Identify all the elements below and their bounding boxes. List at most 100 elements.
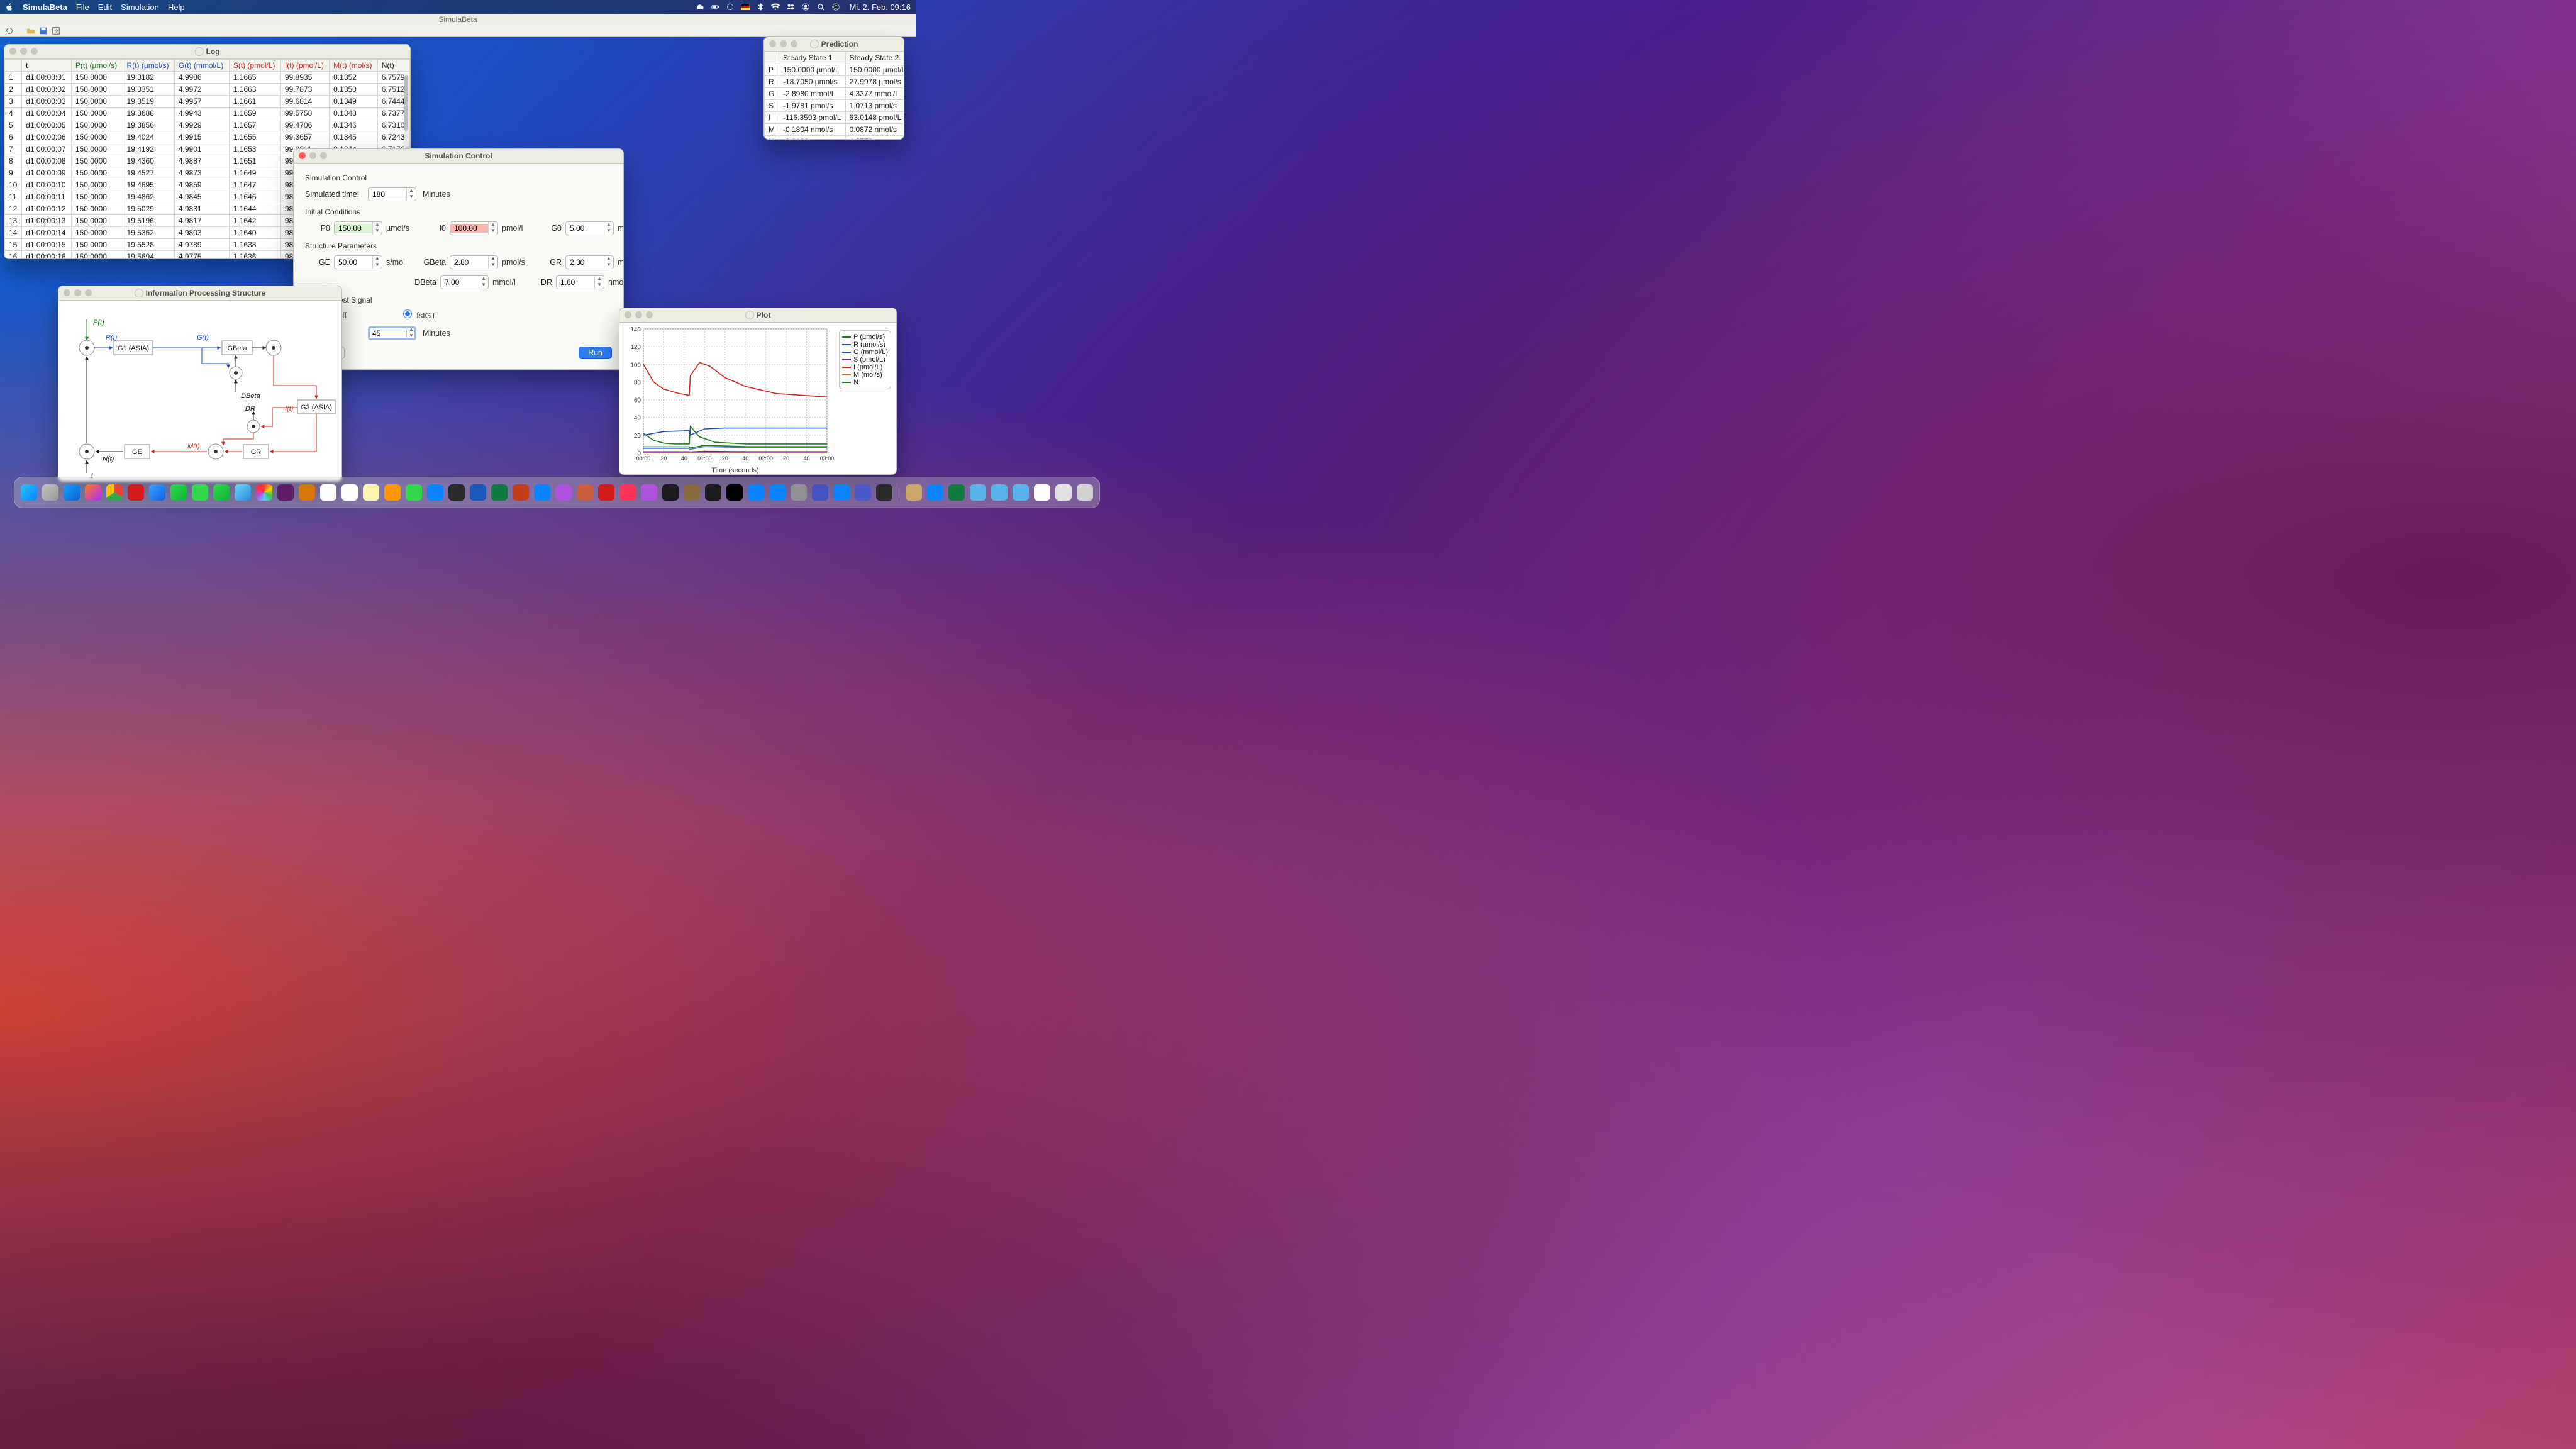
step-down-icon[interactable]: ▼ [407, 194, 416, 201]
dock-music-icon[interactable] [619, 484, 636, 501]
table-row[interactable]: 5d1 00:00:05150.000019.38564.99291.16579… [5, 119, 410, 131]
refresh-icon[interactable] [5, 26, 14, 35]
GBeta-input[interactable] [450, 258, 488, 267]
dock-iterm-icon[interactable] [726, 484, 743, 501]
menu-clock[interactable]: Mi. 2. Feb. 09:16 [849, 3, 911, 12]
dock-facetime-icon[interactable] [170, 484, 187, 501]
open-icon[interactable] [26, 26, 35, 35]
starts-at-stepper[interactable]: ▲▼ [368, 326, 416, 340]
cloud-icon[interactable] [696, 3, 704, 11]
DBeta-input[interactable] [441, 278, 479, 287]
log-col[interactable]: I(t) (pmol/L) [280, 60, 329, 72]
table-row[interactable]: 4d1 00:00:04150.000019.36884.99431.16599… [5, 108, 410, 119]
menu-item-help[interactable]: Help [168, 3, 185, 12]
dock-teams-icon[interactable] [855, 484, 871, 501]
log-titlebar[interactable]: Log [4, 45, 410, 59]
table-row[interactable]: 6d1 00:00:06150.000019.40244.99151.16559… [5, 131, 410, 143]
plug-icon[interactable] [726, 3, 735, 11]
siri-icon[interactable] [831, 3, 840, 11]
simulation-control-titlebar[interactable]: Simulation Control [294, 149, 623, 164]
zoom-icon[interactable] [791, 40, 797, 47]
table-row[interactable]: G-2.8980 mmol/L4.3377 mmol/L [765, 88, 905, 100]
log-col[interactable]: t [22, 60, 72, 72]
dock-mail-icon[interactable] [149, 484, 165, 501]
dock-pdf-icon[interactable] [598, 484, 614, 501]
flag-de-icon[interactable] [741, 3, 750, 11]
minimize-icon[interactable] [74, 289, 81, 296]
I0-input[interactable] [450, 224, 488, 233]
user-icon[interactable] [801, 3, 810, 11]
dock-firefox-icon[interactable] [85, 484, 101, 501]
close-icon[interactable] [769, 40, 776, 47]
table-row[interactable]: P150.0000 µmol/L150.0000 µmol/L [765, 64, 905, 76]
table-row[interactable]: M-0.1804 nmol/s0.0872 nmol/s [765, 124, 905, 136]
simulated-time-input[interactable] [369, 190, 406, 199]
DBeta-stepper[interactable]: ▲▼ [440, 275, 489, 289]
spotlight-icon[interactable] [816, 3, 825, 11]
close-icon[interactable] [299, 152, 306, 159]
GBeta-stepper[interactable]: ▲▼ [450, 255, 498, 269]
dock-reminders-icon[interactable] [341, 484, 358, 501]
menu-item-simulation[interactable]: Simulation [121, 3, 159, 12]
diagram-titlebar[interactable]: Information Processing Structure [58, 286, 341, 301]
table-row[interactable]: R-18.7050 µmol/s27.9978 µmol/s [765, 76, 905, 88]
dock-notes-icon[interactable] [363, 484, 379, 501]
zoom-icon[interactable] [646, 311, 653, 318]
dock-folder3-icon[interactable] [1013, 484, 1029, 501]
dock-folder1-icon[interactable] [970, 484, 986, 501]
dock-powerpoint-icon[interactable] [513, 484, 529, 501]
dock-photo-stack-icon[interactable] [1055, 484, 1072, 501]
menu-item-edit[interactable]: Edit [98, 3, 112, 12]
GR-stepper[interactable]: ▲▼ [565, 255, 614, 269]
P0-input[interactable] [335, 224, 372, 233]
menu-app-name[interactable]: SimulaBeta [23, 3, 67, 12]
table-row[interactable]: 1d1 00:00:01150.000019.31824.99861.16659… [5, 72, 410, 84]
dock-doc-icon[interactable] [1034, 484, 1050, 501]
dock-box-icon[interactable] [906, 484, 922, 501]
P0-stepper[interactable]: ▲▼ [334, 221, 382, 235]
dock-slack-icon[interactable] [277, 484, 294, 501]
log-col[interactable]: R(t) (µmol/s) [123, 60, 174, 72]
log-col[interactable]: N(t) [377, 60, 409, 72]
dock-settings-icon[interactable] [791, 484, 807, 501]
GR-input[interactable] [566, 258, 604, 267]
dock-pages-icon[interactable] [384, 484, 401, 501]
dock-folder2-icon[interactable] [991, 484, 1008, 501]
dock-messages-icon[interactable] [213, 484, 230, 501]
minimize-icon[interactable] [20, 48, 27, 55]
log-col[interactable] [5, 60, 22, 72]
zoom-icon[interactable] [320, 152, 327, 159]
table-row[interactable]: S-1.9781 pmol/s1.0713 pmol/s [765, 100, 905, 112]
G0-input[interactable] [566, 224, 604, 233]
close-icon[interactable] [9, 48, 16, 55]
dock-maps-icon[interactable] [235, 484, 251, 501]
dock-sf-brown-icon[interactable] [684, 484, 700, 501]
dock-xcode-icon[interactable] [448, 484, 465, 501]
dock-numbers-icon[interactable] [406, 484, 422, 501]
dock-keynote-icon[interactable] [427, 484, 443, 501]
dock-appstore-icon[interactable] [748, 484, 764, 501]
bluetooth-icon[interactable] [756, 3, 765, 11]
log-scrollbar-thumb[interactable] [404, 75, 408, 131]
save-icon[interactable] [39, 26, 48, 35]
dock-globe-icon[interactable] [948, 484, 965, 501]
control-center-icon[interactable] [786, 3, 795, 11]
dock-trash-icon[interactable] [1077, 484, 1093, 501]
dock-editor-icon[interactable] [299, 484, 315, 501]
close-icon[interactable] [64, 289, 70, 296]
prediction-titlebar[interactable]: Prediction [764, 37, 904, 52]
GE-input[interactable] [335, 258, 372, 267]
table-row[interactable]: 3d1 00:00:03150.000019.35194.99571.16619… [5, 96, 410, 108]
radio-fsigt[interactable]: fsIGT [403, 309, 436, 320]
starts-at-input[interactable] [369, 329, 406, 338]
dock-terracotta-icon[interactable] [577, 484, 593, 501]
dock-calendar-green-icon[interactable] [192, 484, 208, 501]
DR-stepper[interactable]: ▲▼ [556, 275, 604, 289]
dock-chrome-icon[interactable] [106, 484, 123, 501]
dock-affinity-d-icon[interactable] [534, 484, 550, 501]
minimize-icon[interactable] [780, 40, 787, 47]
dock-excel-icon[interactable] [491, 484, 508, 501]
log-col[interactable]: S(t) (pmol/L) [229, 60, 280, 72]
dock-word-icon[interactable] [470, 484, 486, 501]
dock-finder-icon[interactable] [21, 484, 37, 501]
